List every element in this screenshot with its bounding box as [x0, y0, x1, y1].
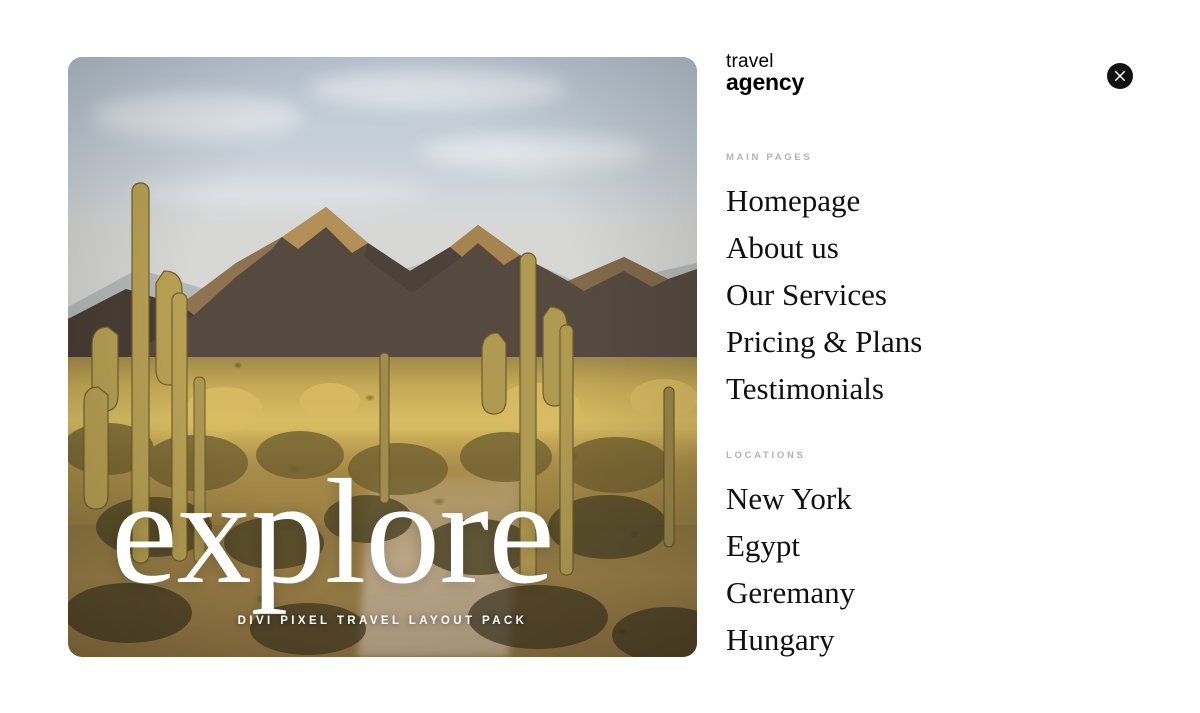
- nav-link-testimonials[interactable]: Testimonials: [726, 365, 1146, 412]
- close-button[interactable]: [1107, 63, 1133, 89]
- nav-item-geremany[interactable]: Geremany: [726, 569, 1146, 616]
- nav-item-about-us[interactable]: About us: [726, 224, 1146, 271]
- nav-item-pricing-plans[interactable]: Pricing & Plans: [726, 318, 1146, 365]
- hero-image-card: explore DIVI PIXEL TRAVEL LAYOUT PACK: [68, 57, 697, 657]
- nav-item-new-york[interactable]: New York: [726, 475, 1146, 522]
- nav-link-about-us[interactable]: About us: [726, 224, 1146, 271]
- nav-link-geremany[interactable]: Geremany: [726, 569, 1146, 616]
- nav-link-pricing-plans[interactable]: Pricing & Plans: [726, 318, 1146, 365]
- nav-item-our-services[interactable]: Our Services: [726, 271, 1146, 318]
- close-icon: [1114, 70, 1126, 82]
- brand-logo-line-2: agency: [726, 69, 805, 96]
- nav-link-new-york[interactable]: New York: [726, 475, 1146, 522]
- brand-logo[interactable]: travel agency: [726, 52, 1146, 95]
- nav-link-our-services[interactable]: Our Services: [726, 271, 1146, 318]
- nav-link-egypt[interactable]: Egypt: [726, 522, 1146, 569]
- nav-item-egypt[interactable]: Egypt: [726, 522, 1146, 569]
- main-pages-nav-list: Homepage About us Our Services Pricing &…: [726, 177, 1146, 412]
- nav-link-hungary[interactable]: Hungary: [726, 616, 1146, 663]
- locations-nav-list: New York Egypt Geremany Hungary: [726, 475, 1146, 663]
- nav-item-hungary[interactable]: Hungary: [726, 616, 1146, 663]
- section-label-main-pages: MAIN PAGES: [726, 151, 813, 163]
- nav-item-homepage[interactable]: Homepage: [726, 177, 1146, 224]
- section-label-locations: LOCATIONS: [726, 449, 806, 461]
- nav-item-testimonials[interactable]: Testimonials: [726, 365, 1146, 412]
- hero-headline: explore: [111, 449, 555, 615]
- navigation-panel: travel agency MAIN PAGES Homepage About …: [726, 52, 1146, 663]
- hero-caption: DIVI PIXEL TRAVEL LAYOUT PACK: [237, 615, 528, 627]
- nav-link-homepage[interactable]: Homepage: [726, 177, 1146, 224]
